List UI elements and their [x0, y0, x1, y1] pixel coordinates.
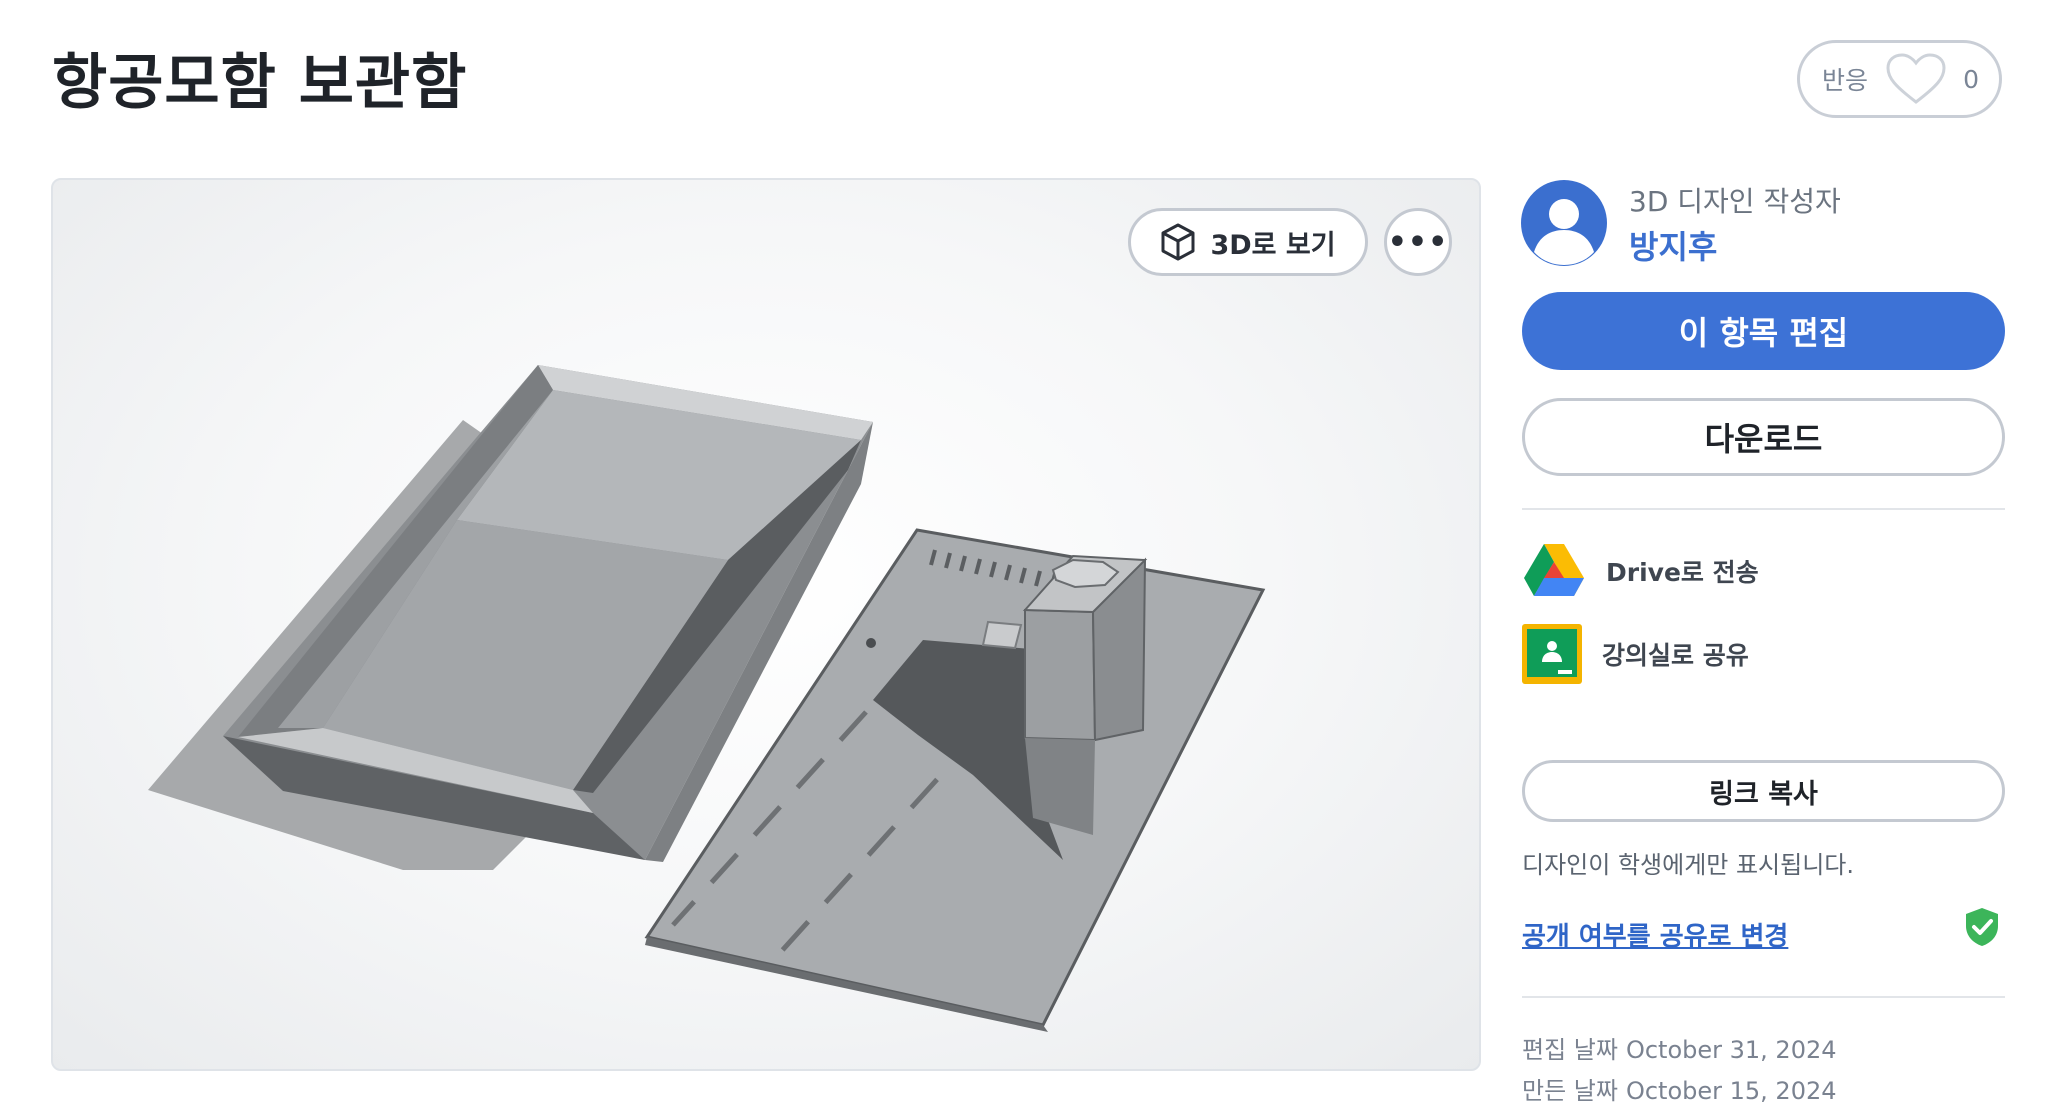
copy-link-button[interactable]: 링크 복사 [1522, 760, 2005, 822]
author-name[interactable]: 방지후 [1629, 222, 1717, 268]
reaction-button[interactable]: 반응 0 [1797, 40, 2002, 118]
island-front [1024, 608, 1097, 742]
divider [1522, 996, 2005, 998]
heart-icon [1886, 53, 1946, 104]
share-classroom-item[interactable]: 강의실로 공유 [1522, 624, 1749, 684]
google-classroom-icon [1522, 624, 1582, 684]
view-3d-label: 3D로 보기 [1210, 229, 1336, 261]
edit-button[interactable]: 이 항목 편집 [1522, 292, 2005, 370]
cube-icon [1161, 223, 1195, 261]
visibility-note: 디자인이 학생에게만 표시됩니다. [1522, 851, 1855, 879]
model-viewer[interactable] [51, 178, 1481, 1071]
view-3d-button[interactable]: 3D로 보기 [1128, 208, 1368, 276]
edited-date-label: 편집 날짜 [1522, 1036, 1618, 1064]
user-avatar-icon [1521, 180, 1607, 266]
created-date-row: 만든 날짜 October 15, 2024 [1522, 1071, 1837, 1106]
model-render [148, 365, 1266, 1032]
divider [1522, 508, 2005, 510]
created-date-value: October 15, 2024 [1625, 1077, 1837, 1105]
share-drive-label: Drive로 전송 [1606, 558, 1759, 587]
shield-check-icon [1966, 908, 1998, 946]
more-icon: ••• [1387, 224, 1449, 260]
plate-hole [866, 638, 876, 648]
change-visibility-link[interactable]: 공개 여부를 공유로 변경 [1522, 916, 1788, 953]
google-drive-icon [1524, 544, 1584, 596]
download-button[interactable]: 다운로드 [1522, 398, 2005, 476]
share-drive-item[interactable]: Drive로 전송 [1522, 542, 1759, 600]
edited-date-value: October 31, 2024 [1625, 1036, 1837, 1064]
reaction-label: 반응 [1822, 66, 1869, 95]
deck-number [981, 620, 1023, 650]
created-date-label: 만든 날짜 [1522, 1077, 1618, 1105]
author-role: 3D 디자인 작성자 [1629, 185, 1841, 218]
share-classroom-label: 강의실로 공유 [1602, 641, 1749, 670]
page-title: 항공모함 보관함 [52, 48, 468, 118]
edited-date-row: 편집 날짜 October 31, 2024 [1522, 1030, 1837, 1065]
more-options-button[interactable]: ••• [1384, 208, 1452, 276]
reaction-count: 0 [1963, 64, 1979, 94]
